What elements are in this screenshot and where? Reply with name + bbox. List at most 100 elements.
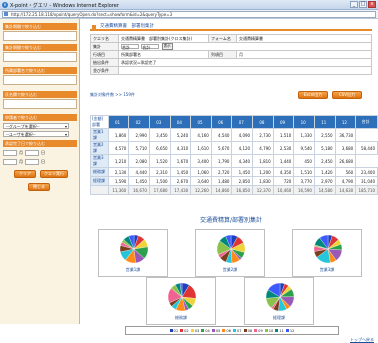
pie-chart-box: 経理課 xyxy=(244,277,314,325)
table-cell: 26,680 xyxy=(334,154,357,168)
table-cell: 2,670 xyxy=(169,176,192,186)
legend-label: 12 xyxy=(289,328,295,333)
table-cell: 560 xyxy=(334,167,357,177)
pie-chart-box: 総務課 xyxy=(146,277,216,325)
table-cell: 2,310 xyxy=(148,167,171,177)
table-row: 営業3課 1,210 2,080 1,520 1,670 3,400 1,790 4,340 1… xyxy=(90,154,378,168)
legend-item: 05 xyxy=(211,329,220,333)
clear-button[interactable]: クリア xyxy=(14,170,36,178)
group-select[interactable]: --グループを選択-- xyxy=(3,123,69,129)
close-button[interactable]: 閉じる xyxy=(28,183,50,191)
total-cell: 16,850 xyxy=(231,185,254,195)
table-cell: 6,650 xyxy=(148,141,171,155)
window-controls: _ □ x xyxy=(350,1,376,8)
pie-chart-box: 営業2課 xyxy=(195,229,265,277)
sort-cond-value xyxy=(118,66,372,75)
aggregate-select[interactable]: 合計 xyxy=(121,44,139,50)
minimize-icon[interactable]: _ xyxy=(350,1,358,8)
total-cell: 16,670 xyxy=(128,185,150,195)
pie-label: 総務課 xyxy=(175,315,187,320)
csv-export-button[interactable]: CSV出力 xyxy=(332,91,362,99)
table-cell: 5,180 xyxy=(313,141,336,155)
to-top-link[interactable]: トップへ戻る xyxy=(350,337,374,343)
column-header: 11 xyxy=(313,115,336,129)
legend-swatch xyxy=(190,329,194,332)
table-cell: 2,850 xyxy=(231,176,254,186)
legend-swatch xyxy=(275,329,279,332)
address-bar: http://172.25.18.118/xpoint/queryOpen.do… xyxy=(0,10,378,19)
table-cell: 5,670 xyxy=(210,141,233,155)
excel-export-button[interactable]: Excel出力 xyxy=(298,91,328,99)
filter-input-4[interactable] xyxy=(3,99,77,109)
table-cell: 2,970 xyxy=(313,176,336,186)
table-cell: 4,570 xyxy=(107,141,130,155)
window-title: X-point・グエリ - Windows Internet Explorer xyxy=(10,3,119,9)
table-cell: 1,330 xyxy=(293,128,315,142)
table-cell: 2,990 xyxy=(128,128,150,142)
filter-cond-value: 承認状況=承認完了 xyxy=(118,58,372,67)
filter-input-3[interactable] xyxy=(3,75,77,85)
row-label: 経理課 xyxy=(90,176,109,186)
table-cell: 4,350 xyxy=(272,167,295,177)
aggregate-select-2[interactable]: 合計 xyxy=(141,44,160,50)
legend-label: 01 xyxy=(173,328,179,333)
run-query-button[interactable]: クエリ実行 xyxy=(40,170,68,178)
filter-label-2: 集計期間で絞り込む xyxy=(3,44,77,51)
filter-input-2[interactable] xyxy=(3,52,77,62)
legend-swatch xyxy=(201,329,205,332)
month-select-to[interactable] xyxy=(3,159,17,165)
close-icon[interactable]: x xyxy=(368,1,376,8)
legend-label: 07 xyxy=(237,328,242,333)
table-cell: 450 xyxy=(293,154,315,168)
table-cell: 1,440 xyxy=(272,154,295,168)
col-item-value: 月 xyxy=(236,50,372,59)
table-cell: 4,310 xyxy=(169,141,192,155)
legend-item: 03 xyxy=(190,329,199,333)
column-header: 05 xyxy=(190,115,212,129)
legend-label: 09 xyxy=(258,328,263,333)
user-select[interactable]: --ユーザを選択-- xyxy=(3,131,69,137)
table-cell: 4,540 xyxy=(210,128,233,142)
legend-item: 10 xyxy=(264,329,273,333)
pie-chart xyxy=(265,282,295,312)
total-row: 11,360 16,670 17,680 17,430 12,260 14,860 16,8… xyxy=(90,185,378,195)
table-cell: 1,510 xyxy=(293,167,315,177)
legend-item: 12 xyxy=(285,328,295,333)
table-row: 営業2課 4,570 5,710 6,650 4,310 1,610 5,670 4,120 4… xyxy=(90,141,378,155)
pie-label: 経理課 xyxy=(273,315,285,320)
table-cell: 36,730 xyxy=(334,128,357,142)
month-select[interactable] xyxy=(3,150,17,156)
legend-swatch xyxy=(211,329,215,332)
column-header: 01 xyxy=(107,115,130,129)
legend-item: 02 xyxy=(180,329,189,333)
day-select[interactable] xyxy=(25,150,39,156)
table-cell: 2,550 xyxy=(313,128,336,142)
filter-cond-label: 抽出条件 xyxy=(90,58,119,67)
address-input[interactable]: http://172.25.18.118/xpoint/queryOpen.do… xyxy=(2,11,376,18)
display-button[interactable]: 表示 xyxy=(161,43,173,50)
filter-input-1[interactable] xyxy=(3,31,77,41)
table-cell: 5,710 xyxy=(128,141,150,155)
legend-item: 01 xyxy=(169,328,179,333)
table-row: 経理課 1,590 1,450 1,500 2,670 3,640 1,480 2,850 1,… xyxy=(90,176,378,186)
maximize-icon[interactable]: □ xyxy=(359,1,367,8)
cross-table: [金額]部署 01 02 03 04 05 06 07 08 09 10 11 12 合計 営業1課 1,86… xyxy=(90,115,378,195)
column-header: 02 xyxy=(128,115,150,129)
column-header: 07 xyxy=(231,115,254,129)
table-cell: 2,080 xyxy=(128,154,150,168)
day-text-to: 日 xyxy=(41,159,45,164)
table-cell: 1,500 xyxy=(148,176,171,186)
day-select-to[interactable] xyxy=(25,159,39,165)
table-cell: 2,720 xyxy=(210,167,233,177)
table-cell: 1,830 xyxy=(252,176,274,186)
pie-chart xyxy=(167,282,197,312)
legend-label: 04 xyxy=(205,328,210,333)
column-header: 04 xyxy=(169,115,192,129)
legend-item: 11 xyxy=(275,329,284,333)
chart-legend: 01 02 03 04 05 06 07 08 09 10 11 12 xyxy=(125,326,339,335)
table-cell: 1,590 xyxy=(107,176,130,186)
table-cell: 3,770 xyxy=(293,176,315,186)
legend-label: 11 xyxy=(279,328,284,333)
legend-label: 08 xyxy=(247,328,253,333)
legend-item: 04 xyxy=(201,329,210,333)
